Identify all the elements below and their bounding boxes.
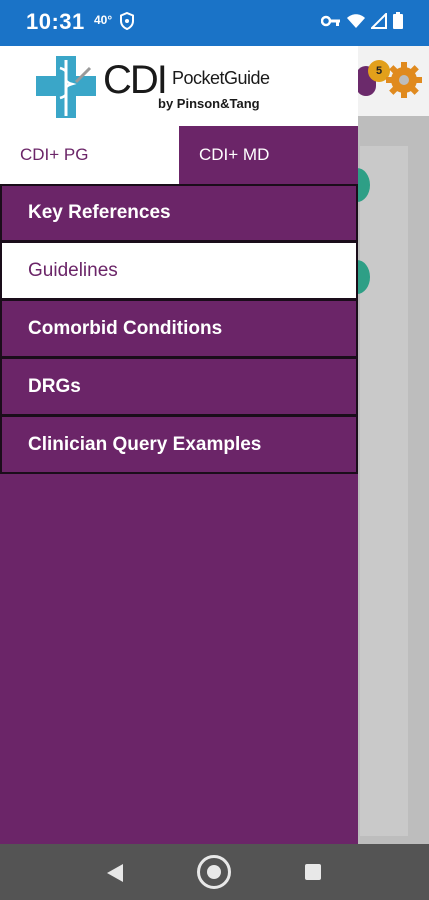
shield-icon bbox=[120, 12, 134, 30]
weather-temperature: 40° bbox=[94, 13, 113, 27]
gear-icon[interactable] bbox=[384, 60, 424, 100]
logo-cdi-text: CDI bbox=[103, 58, 168, 102]
app-logo: CDI PocketGuide by Pinson&Tang bbox=[0, 46, 358, 126]
menu-item-drgs[interactable]: DRGs bbox=[0, 358, 358, 416]
logo-byline: by Pinson&Tang bbox=[158, 96, 260, 111]
logo-pocket-guide-text: PocketGuide bbox=[172, 68, 270, 88]
medical-cross-icon bbox=[36, 56, 96, 118]
back-icon[interactable] bbox=[106, 863, 124, 883]
wifi-icon bbox=[347, 13, 365, 28]
menu-item-guidelines[interactable]: Guidelines bbox=[0, 242, 358, 300]
menu-item-clinician-query-examples[interactable]: Clinician Query Examples bbox=[0, 416, 358, 474]
status-time: 10:31 bbox=[26, 9, 85, 34]
navigation-drawer: CDI PocketGuide by Pinson&Tang CDI+ PG C… bbox=[0, 46, 358, 844]
drawer-menu: Key References Guidelines Comorbid Condi… bbox=[0, 184, 358, 474]
background-card bbox=[360, 146, 408, 836]
menu-item-comorbid-conditions[interactable]: Comorbid Conditions bbox=[0, 300, 358, 358]
status-icons bbox=[321, 12, 403, 29]
vpn-key-icon bbox=[321, 15, 340, 26]
signal-icon bbox=[371, 12, 387, 29]
status-bar: 10:31 40° bbox=[0, 0, 429, 46]
tab-cdi-pg[interactable]: CDI+ PG bbox=[0, 126, 179, 184]
battery-icon bbox=[393, 12, 403, 29]
recent-apps-icon[interactable] bbox=[305, 864, 321, 880]
menu-item-key-references[interactable]: Key References bbox=[0, 184, 358, 242]
tab-cdi-md[interactable]: CDI+ MD bbox=[179, 126, 358, 184]
system-nav-bar bbox=[0, 844, 429, 900]
home-icon[interactable] bbox=[197, 855, 231, 889]
drawer-tabs: CDI+ PG CDI+ MD bbox=[0, 126, 358, 184]
